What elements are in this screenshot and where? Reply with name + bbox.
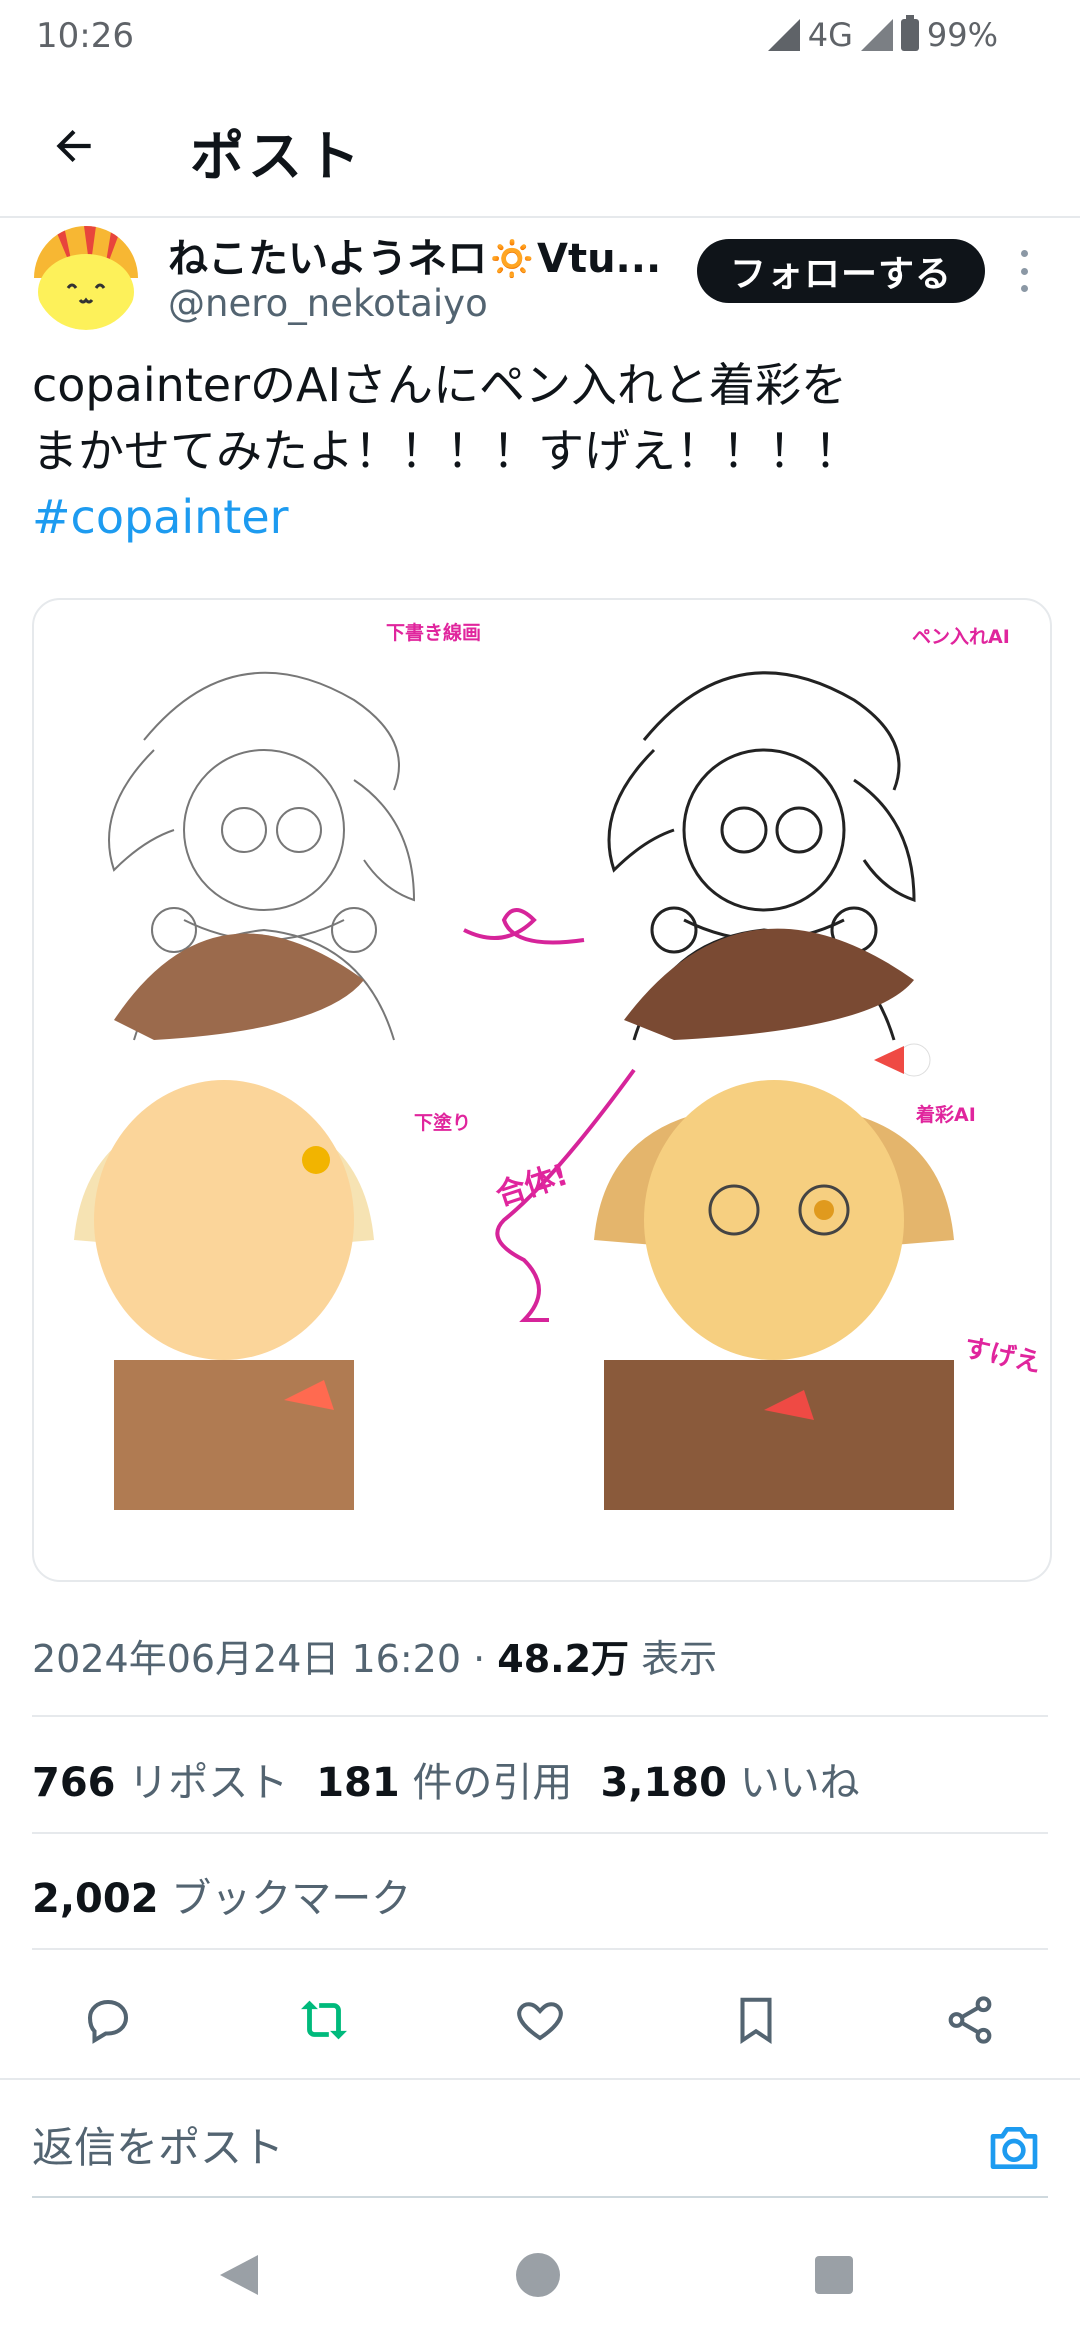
post-image[interactable]: 下書き線画 ペン入れAI 下塗り 着彩AI 合体! すげえ (32, 598, 1052, 1582)
battery-icon (900, 15, 919, 51)
likes-stat[interactable]: 3,180 いいね (600, 1750, 859, 1808)
reposts-stat[interactable]: 766 リポスト (32, 1750, 288, 1808)
like-button[interactable] (500, 1980, 580, 2060)
author-display-name[interactable]: ねこたいようネロ🔅Vtu... (168, 226, 661, 284)
follow-button[interactable]: フォローする (697, 239, 985, 303)
arrow-left-icon (56, 129, 91, 163)
views-label: 表示 (641, 1637, 718, 1681)
quotes-label: 件の引用 (412, 1760, 573, 1806)
illustration-grid (74, 671, 954, 1510)
timestamp-row: 2024年06月24日 16:20 · 48.2万 表示 (32, 1628, 717, 1683)
camera-icon (990, 2127, 1038, 2169)
author-handle[interactable]: @nero_nekotaiyo (168, 282, 488, 325)
bookmarks-label: ブックマーク (171, 1876, 412, 1922)
action-bar (0, 1980, 1080, 2066)
likes-count: 3,180 (600, 1760, 727, 1806)
post-text: copainterのAIさんにペン入れと着彩を まかせてみたよ！！！！すげえ！！… (32, 352, 1032, 550)
status-icons: 4G 99% (767, 15, 998, 54)
repost-button[interactable] (284, 1980, 364, 2060)
post-text-line: まかせてみたよ！！！！すげえ！！！！ (32, 424, 860, 478)
clock: 10:26 (36, 16, 134, 56)
back-button[interactable] (40, 112, 108, 180)
views-count: 48.2万 (497, 1637, 630, 1681)
signal-icon (767, 19, 800, 51)
quotes-stat[interactable]: 181 件の引用 (316, 1750, 572, 1808)
divider (32, 1715, 1048, 1717)
signal-icon-secondary (860, 19, 893, 51)
network-type: 4G (807, 16, 853, 54)
nav-home-icon (516, 2253, 560, 2297)
reposts-count: 766 (32, 1760, 116, 1806)
timestamp[interactable]: 2024年06月24日 16:20 (32, 1637, 461, 1681)
page-title: ポスト (190, 125, 364, 188)
reposts-label: リポスト (128, 1760, 289, 1806)
post-text-line: copainterのAIさんにペン入れと着彩を (32, 358, 848, 412)
likes-label: いいね (739, 1760, 860, 1806)
hashtag-link[interactable]: #copainter (32, 484, 1032, 550)
system-nav-icons (220, 2253, 853, 2297)
camera-button[interactable] (986, 2120, 1046, 2180)
nav-back-icon (220, 2255, 258, 2295)
label-sketch: 下書き線画 (386, 622, 482, 644)
quotes-count: 181 (316, 1760, 400, 1806)
share-icon (948, 1996, 992, 2044)
divider (32, 1948, 1048, 1950)
flats-panel (74, 933, 374, 1510)
avatar[interactable] (34, 226, 138, 330)
engagement-stats: 766 リポスト 181 件の引用 3,180 いいね (32, 1750, 860, 1808)
label-flats: 下塗り (414, 1112, 472, 1134)
avatar-image (34, 226, 138, 330)
arrow-doodle (463, 908, 585, 945)
reply-icon (87, 1999, 129, 2044)
reply-input[interactable]: 返信をポスト (32, 2114, 284, 2175)
reply-button[interactable] (68, 1980, 148, 2060)
status-bar: 10:26 4G 99% (0, 0, 1080, 72)
label-inking: ペン入れAI (912, 626, 1010, 648)
separator: · (473, 1637, 486, 1681)
top-bar: ポスト (0, 72, 1080, 218)
share-button[interactable] (930, 1980, 1010, 2060)
label-color: 着彩AI (916, 1104, 976, 1126)
nav-recents-icon (815, 2256, 853, 2294)
system-nav-bar (0, 2200, 1080, 2340)
heart-icon (517, 2002, 563, 2041)
colored-panel (594, 928, 954, 1510)
reply-underline (32, 2196, 1048, 2198)
bookmarks-stat[interactable]: 2,002 ブックマーク (32, 1866, 411, 1924)
bookmark-icon (740, 1997, 772, 2045)
battery-level: 99% (926, 16, 998, 54)
bookmarks-count: 2,002 (32, 1876, 159, 1922)
divider (32, 1832, 1048, 1834)
repost-icon (301, 2000, 347, 2040)
more-options-icon[interactable] (1014, 250, 1034, 292)
bookmark-button[interactable] (716, 1980, 796, 2060)
